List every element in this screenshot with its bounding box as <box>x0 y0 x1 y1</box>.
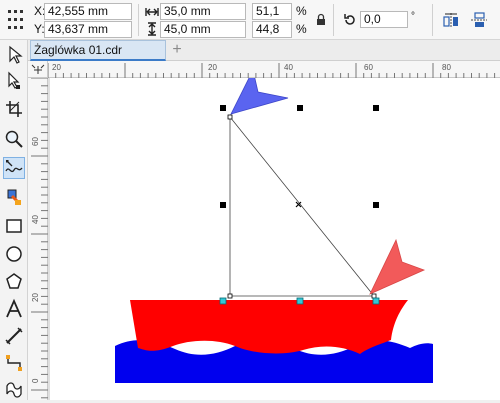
freehand-curve-icon <box>5 160 23 173</box>
rotation-unit: ° <box>411 11 415 22</box>
x-position-field[interactable]: 42,555 mm <box>44 3 132 20</box>
mirror-vertical-icon[interactable] <box>470 12 488 28</box>
ruler-h-label: 40 <box>284 63 293 72</box>
scale-width-unit: % <box>296 4 307 18</box>
scale-height-field[interactable]: 44,8 <box>252 21 292 38</box>
rotation-icon <box>344 14 355 25</box>
pick-arrow-icon <box>9 45 23 64</box>
toolbox <box>0 40 28 400</box>
text-tool[interactable] <box>3 298 25 320</box>
smart-fill-icon <box>7 189 21 205</box>
smart-fill-tool[interactable] <box>3 186 25 208</box>
blend-icon <box>6 382 22 398</box>
pick-tool[interactable] <box>3 44 25 66</box>
node-marker[interactable] <box>227 114 233 120</box>
separator <box>138 4 139 36</box>
ellipse-icon <box>6 246 22 262</box>
flag-top-shape[interactable] <box>230 78 289 115</box>
node-marker[interactable] <box>227 293 233 299</box>
scale-height-unit: % <box>296 22 307 36</box>
height-icon <box>148 22 156 36</box>
width-field[interactable]: 35,0 mm <box>160 3 246 20</box>
text-a-icon <box>6 298 22 318</box>
polygon-icon <box>6 273 22 289</box>
ruler-h-label: 20 <box>52 63 61 72</box>
freehand-tool[interactable] <box>3 157 25 179</box>
dimension-tool[interactable] <box>3 325 25 347</box>
dimension-icon <box>5 327 23 345</box>
connector-tool[interactable] <box>3 352 25 374</box>
object-origin-icon[interactable] <box>6 8 26 32</box>
add-tab-button[interactable]: + <box>168 40 186 61</box>
flag-right-shape[interactable] <box>369 238 426 295</box>
ruler-origin[interactable] <box>28 61 48 78</box>
property-bar: X: 42,555 mm Y: 43,637 mm 35,0 mm 45,0 m… <box>0 0 500 40</box>
crop-icon <box>6 101 22 117</box>
zoom-tool[interactable] <box>3 128 25 150</box>
ruler-v-label: 20 <box>31 293 40 302</box>
rectangle-tool[interactable] <box>3 215 25 237</box>
ruler-v-label: 60 <box>31 137 40 146</box>
selection-handles[interactable] <box>220 105 379 208</box>
boat-hull-shape[interactable] <box>130 300 408 354</box>
height-field[interactable]: 45,0 mm <box>160 21 246 38</box>
separator <box>333 4 334 36</box>
width-icon <box>145 8 159 16</box>
rectangle-icon <box>6 219 22 233</box>
document-tab-bar: Żaglówka 01.cdr + <box>28 40 500 61</box>
lock-ratio-icon[interactable] <box>316 13 326 26</box>
y-position-field[interactable]: 43,637 mm <box>44 21 132 38</box>
sail-outline[interactable] <box>229 115 375 297</box>
ruler-v-label: 40 <box>31 215 40 224</box>
crop-tool[interactable] <box>3 98 25 120</box>
magnifier-icon <box>5 130 23 148</box>
ruler-origin-icon <box>31 64 45 74</box>
connector-icon <box>6 355 22 371</box>
ruler-h-label: 80 <box>442 63 451 72</box>
ellipse-tool[interactable] <box>3 243 25 265</box>
ruler-h-label: 60 <box>364 63 373 72</box>
horizontal-ruler[interactable]: 20 20 40 60 80 <box>47 61 500 78</box>
separator <box>432 4 433 36</box>
shape-tool[interactable] <box>3 70 25 92</box>
mirror-horizontal-icon[interactable] <box>442 12 460 28</box>
polygon-tool[interactable] <box>3 271 25 293</box>
ruler-h-label: 20 <box>208 63 217 72</box>
vertical-ruler[interactable]: 60 40 20 0 <box>28 77 48 400</box>
drawing-canvas[interactable] <box>48 78 500 400</box>
rotation-field[interactable]: 0,0 <box>360 11 408 28</box>
ruler-v-label: 0 <box>31 378 40 383</box>
blend-tool[interactable] <box>3 378 25 400</box>
document-tab[interactable]: Żaglówka 01.cdr <box>30 40 166 61</box>
node-marker[interactable] <box>371 293 377 299</box>
shape-node-icon <box>8 71 20 89</box>
scale-width-field[interactable]: 51,1 <box>252 3 292 20</box>
